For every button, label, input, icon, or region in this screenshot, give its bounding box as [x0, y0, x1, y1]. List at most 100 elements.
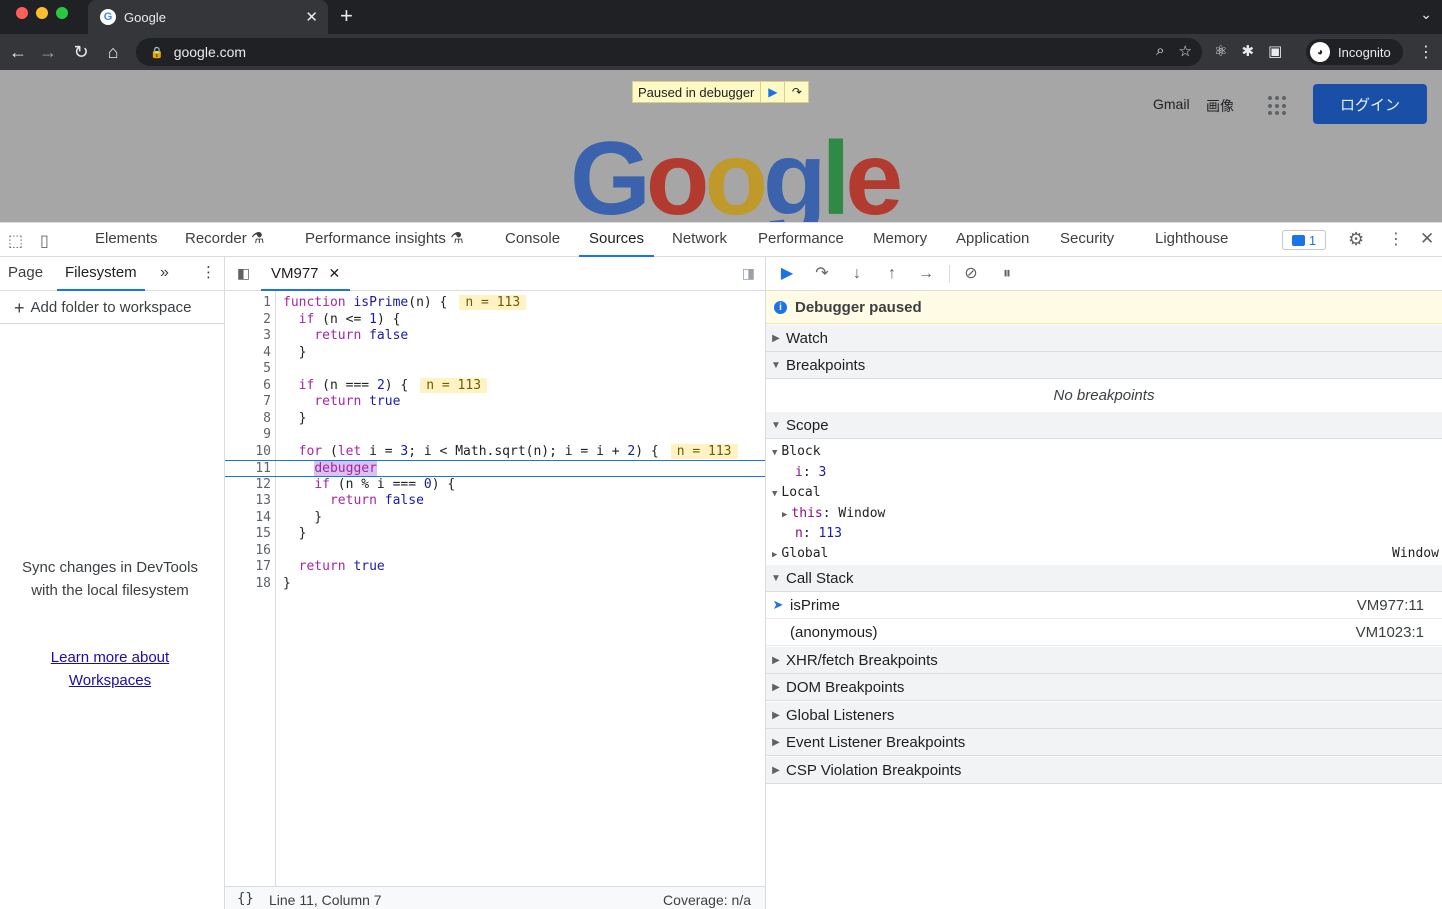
call-stack-section-header[interactable]: ▼ Call Stack — [766, 565, 1442, 592]
code-line: 8 } — [263, 410, 307, 426]
expand-triangle-icon: ▶ — [772, 332, 780, 344]
inspect-element-icon[interactable]: ⬚ — [8, 231, 23, 251]
home-icon[interactable]: ⌂ — [101, 40, 125, 64]
incognito-icon: ◕ — [1310, 42, 1330, 62]
toggle-navigator-icon[interactable]: ◧ — [237, 265, 250, 282]
react-devtools-icon[interactable]: ⚛ — [1214, 42, 1227, 60]
gmail-link[interactable]: Gmail — [1153, 96, 1190, 112]
close-window-button[interactable] — [16, 7, 28, 19]
file-tab-vm977[interactable]: VM977 ✕ — [261, 257, 351, 291]
dom-breakpoints-section-header[interactable]: ▶ DOM Breakpoints — [766, 674, 1442, 701]
tab-security[interactable]: Security — [1060, 223, 1114, 257]
forward-arrow-icon[interactable]: → — [36, 40, 60, 64]
file-tab-label: VM977 — [271, 265, 319, 282]
tab-application[interactable]: Application — [956, 223, 1029, 257]
tab-memory[interactable]: Memory — [873, 223, 927, 257]
side-panel-icon[interactable]: ▣ — [1268, 42, 1282, 60]
tab-performance-insights[interactable]: Performance insights ⚗ — [305, 223, 464, 257]
scope-local[interactable]: ▼ Local — [772, 485, 821, 500]
pause-on-exceptions-icon[interactable]: ⏸ — [996, 263, 1018, 285]
tab-search-chevron-icon[interactable]: ⌄ — [1420, 6, 1432, 23]
debugger-toolbar: ▶ ↷ ↓ ↑ → ⊘ ⏸ — [766, 257, 1442, 291]
images-link[interactable]: 画像 — [1206, 96, 1234, 116]
zoom-icon[interactable]: ⌕ — [1156, 42, 1164, 60]
current-frame-arrow-icon: ➤ — [772, 597, 784, 612]
lock-icon[interactable]: 🔒 — [150, 46, 164, 59]
tab-lighthouse[interactable]: Lighthouse — [1155, 223, 1228, 257]
code-line: 9 — [263, 427, 271, 442]
toggle-debugger-icon[interactable]: ◨ — [742, 265, 755, 282]
tab-elements[interactable]: Elements — [95, 223, 158, 257]
learn-more-workspaces-link[interactable]: Learn more about Workspaces — [10, 646, 210, 692]
collapse-triangle-icon: ▼ — [771, 419, 781, 431]
step-over-icon[interactable]: ↷ — [784, 82, 808, 102]
event-listener-breakpoints-section-header[interactable]: ▶ Event Listener Breakpoints — [766, 729, 1442, 756]
tab-console[interactable]: Console — [505, 223, 560, 257]
tab-performance[interactable]: Performance — [758, 223, 844, 257]
google-apps-grid-icon[interactable] — [1268, 96, 1288, 116]
more-tabs-chevron-icon[interactable]: » — [160, 257, 169, 291]
back-arrow-icon[interactable]: ← — [6, 40, 30, 64]
maximize-window-button[interactable] — [56, 7, 68, 19]
reload-icon[interactable]: ↻ — [69, 40, 93, 64]
code-editor: ◧ VM977 ✕ ◨ 1 function isPrime(n) {n = 113… — [225, 257, 766, 909]
issues-badge[interactable]: 1 — [1282, 230, 1326, 250]
close-devtools-icon[interactable]: ✕ — [1420, 229, 1434, 249]
execution-line: 11 debugger — [225, 460, 765, 477]
call-frame[interactable]: (anonymous) VM1023:1 — [766, 619, 1442, 646]
url-text: google.com — [173, 44, 247, 60]
global-listeners-section-header[interactable]: ▶ Global Listeners — [766, 702, 1442, 729]
chrome-menu-icon[interactable]: ⋮ — [1418, 42, 1434, 62]
inline-value: n = 113 — [670, 443, 738, 459]
sync-placeholder-text: Sync changes in DevTools with the local … — [22, 559, 198, 599]
step-icon[interactable]: → — [915, 263, 937, 285]
close-tab-icon[interactable]: ✕ — [305, 8, 318, 26]
watch-section-header[interactable]: ▶ Watch — [766, 325, 1442, 352]
scope-global[interactable]: ▶ Global — [772, 546, 828, 561]
new-tab-button[interactable]: + — [340, 4, 353, 28]
subtab-page[interactable]: Page — [8, 257, 43, 291]
code-line: 10 for (let i = 3; i < Math.sqrt(n); i =… — [225, 443, 765, 461]
tab-recorder[interactable]: Recorder ⚗ — [185, 223, 264, 257]
device-toolbar-icon[interactable]: ▯ — [40, 231, 49, 251]
close-file-icon[interactable]: ✕ — [329, 265, 341, 281]
scope-var-i[interactable]: i: 3 — [795, 465, 826, 480]
bookmark-star-icon[interactable]: ☆ — [1179, 42, 1192, 60]
scope-this[interactable]: ▶ this: Window — [782, 506, 885, 521]
address-bar[interactable]: 🔒 google.com ⌕ ☆ — [136, 38, 1202, 66]
browser-tab-strip: G Google ✕ + ⌄ — [0, 0, 1442, 34]
incognito-profile-button[interactable]: ◕ Incognito — [1306, 39, 1403, 65]
code-line: 3 return false — [263, 328, 409, 343]
scope-section-header[interactable]: ▼ Scope — [766, 412, 1442, 439]
deactivate-breakpoints-icon[interactable]: ⊘ — [960, 263, 982, 285]
resume-icon[interactable]: ▶ — [776, 263, 798, 285]
xhr-breakpoints-section-header[interactable]: ▶ XHR/fetch Breakpoints — [766, 647, 1442, 674]
tab-network[interactable]: Network — [672, 223, 727, 257]
expand-triangle-icon: ▶ — [772, 736, 780, 748]
settings-gear-icon[interactable]: ⚙ — [1348, 229, 1364, 250]
source-code[interactable]: 1 function isPrime(n) {n = 113 2 if (n <=… — [225, 295, 765, 592]
csp-violation-breakpoints-section-header[interactable]: ▶ CSP Violation Breakpoints — [766, 757, 1442, 784]
breakpoints-section-header[interactable]: ▼ Breakpoints — [766, 352, 1442, 379]
step-out-icon[interactable]: ↑ — [881, 263, 903, 285]
add-folder-button[interactable]: + Add folder to workspace — [14, 299, 191, 317]
tab-sources[interactable]: Sources — [579, 223, 655, 257]
pretty-print-button[interactable]: {} — [237, 891, 254, 907]
code-line: 1 function isPrime(n) {n = 113 — [225, 295, 765, 312]
subtab-filesystem[interactable]: Filesystem — [57, 257, 145, 291]
extensions-puzzle-icon[interactable]: ✱ — [1241, 42, 1254, 60]
scope-block[interactable]: ▼ Block — [772, 444, 821, 459]
divider — [949, 265, 950, 283]
resume-icon[interactable]: ▶ — [760, 82, 784, 102]
login-button[interactable]: ログイン — [1313, 84, 1427, 124]
call-frame[interactable]: ➤ isPrime VM977:11 — [766, 592, 1442, 619]
minimize-window-button[interactable] — [36, 7, 48, 19]
more-options-icon[interactable]: ⋮ — [1388, 229, 1404, 249]
browser-tab-google[interactable]: G Google ✕ — [88, 0, 328, 34]
step-over-icon[interactable]: ↷ — [811, 263, 833, 285]
scope-var-n[interactable]: n: 113 — [795, 526, 842, 541]
navigator-menu-icon[interactable]: ⋮ — [201, 257, 216, 291]
code-line: 7 return true — [263, 394, 401, 409]
google-logo: Google — [570, 121, 903, 222]
step-into-icon[interactable]: ↓ — [846, 263, 868, 285]
